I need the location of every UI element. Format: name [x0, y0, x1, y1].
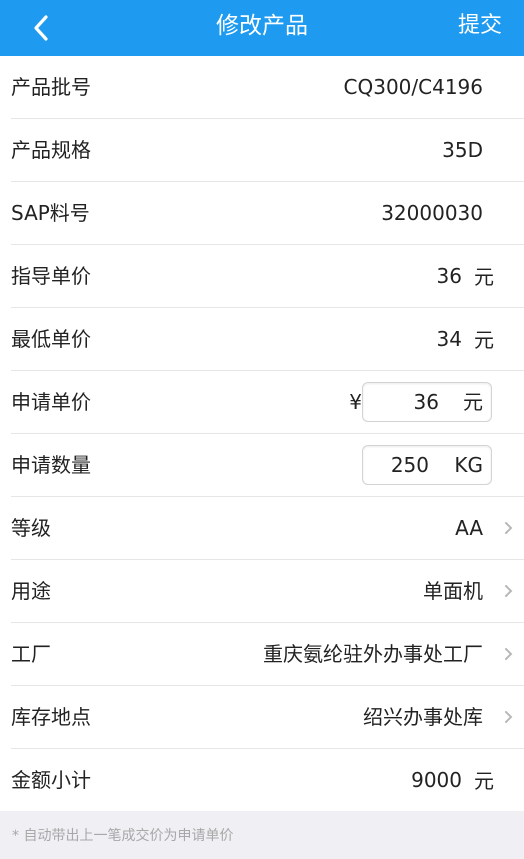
apply-quantity-value[interactable]: 250 [391, 446, 429, 484]
subtotal-unit: 元 [474, 769, 494, 793]
row-apply-price: 申请单价 ¥ 36 元 [11, 371, 524, 434]
chevron-right-icon [505, 522, 513, 534]
row-usage[interactable]: 用途 单面机 [11, 560, 524, 623]
apply-price-value[interactable]: 36 [414, 383, 439, 421]
row-guide-price: 指导单价 36 元 [11, 245, 524, 308]
min-price-value: 34 [436, 327, 462, 351]
min-price-label: 最低单价 [11, 327, 91, 351]
row-subtotal: 金额小计 9000 元 [11, 749, 524, 811]
usage-value: 单面机 [423, 579, 483, 603]
chevron-right-icon [505, 648, 513, 660]
spec-value: 35D [442, 138, 483, 162]
factory-value: 重庆氨纶驻外办事处工厂 [263, 642, 483, 666]
row-grade[interactable]: 等级 AA [11, 497, 524, 560]
page-title: 修改产品 [216, 13, 308, 39]
row-sap-number: SAP料号 32000030 [11, 182, 524, 245]
batch-number-label: 产品批号 [11, 75, 91, 99]
chevron-right-icon [505, 585, 513, 597]
footnote: * 自动带出上一笔成交价为申请单价 [12, 828, 234, 844]
navigation-bar: 修改产品 提交 [0, 0, 524, 56]
apply-quantity-unit: KG [454, 453, 483, 477]
submit-button[interactable]: 提交 [458, 0, 502, 52]
storage-location-label: 库存地点 [11, 705, 91, 729]
batch-number-value: CQ300/C4196 [343, 75, 483, 99]
guide-price-value: 36 [436, 264, 462, 288]
currency-symbol: ¥ [349, 390, 362, 414]
grade-value: AA [455, 516, 483, 540]
spec-label: 产品规格 [11, 138, 91, 162]
apply-price-unit: 元 [463, 390, 483, 414]
chevron-right-icon [505, 711, 513, 723]
guide-price-unit: 元 [474, 265, 494, 289]
sap-number-value: 32000030 [381, 201, 483, 225]
factory-label: 工厂 [11, 642, 51, 666]
row-min-price: 最低单价 34 元 [11, 308, 524, 371]
guide-price-label: 指导单价 [11, 264, 91, 288]
product-form: 产品批号 CQ300/C4196 产品规格 35D SAP料号 32000030… [0, 56, 524, 811]
grade-label: 等级 [11, 516, 51, 540]
subtotal-label: 金额小计 [11, 768, 91, 792]
usage-label: 用途 [11, 579, 51, 603]
row-batch-number: 产品批号 CQ300/C4196 [11, 56, 524, 119]
apply-price-label: 申请单价 [11, 390, 91, 414]
sap-number-label: SAP料号 [11, 201, 90, 225]
row-factory[interactable]: 工厂 重庆氨纶驻外办事处工厂 [11, 623, 524, 686]
min-price-unit: 元 [474, 328, 494, 352]
row-storage-location[interactable]: 库存地点 绍兴办事处库 [11, 686, 524, 749]
row-spec: 产品规格 35D [11, 119, 524, 182]
subtotal-value: 9000 [411, 768, 462, 792]
row-apply-quantity: 申请数量 250 KG [11, 434, 524, 497]
apply-quantity-label: 申请数量 [11, 453, 91, 477]
apply-quantity-input[interactable]: 250 KG [362, 445, 492, 485]
apply-price-input[interactable]: 36 元 [362, 382, 492, 422]
storage-location-value: 绍兴办事处库 [363, 705, 483, 729]
